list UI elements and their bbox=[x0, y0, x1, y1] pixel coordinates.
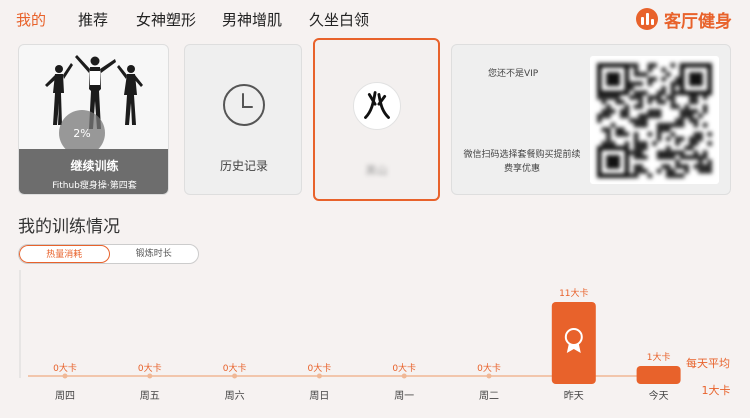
x-tick-label: 周日 bbox=[309, 390, 329, 402]
user-avatar bbox=[353, 82, 401, 130]
value-label: 0大卡 bbox=[308, 362, 332, 374]
toggle-duration[interactable]: 锻炼时长 bbox=[110, 245, 199, 263]
brand-logo-icon bbox=[636, 8, 658, 30]
x-tick-label: 昨天 bbox=[564, 390, 584, 402]
baseline-dot bbox=[232, 373, 238, 379]
baseline-dot bbox=[401, 373, 407, 379]
tab-male-muscle[interactable]: 男神增肌 bbox=[222, 9, 282, 30]
average-value-label: 1大卡 bbox=[702, 383, 731, 397]
x-tick-label: 周五 bbox=[140, 390, 160, 402]
x-tick-label: 周六 bbox=[225, 390, 245, 402]
qr-code bbox=[590, 56, 719, 184]
bar-7 bbox=[636, 366, 681, 384]
brand: 客厅健身 bbox=[636, 6, 732, 32]
baseline-dot bbox=[316, 373, 322, 379]
top-nav: 我的 推荐 女神塑形 男神增肌 久坐白领 客厅健身 bbox=[0, 0, 750, 38]
tab-mine[interactable]: 我的 bbox=[16, 9, 46, 30]
value-label: 0大卡 bbox=[392, 362, 416, 374]
value-label: 1大卡 bbox=[647, 351, 671, 363]
value-label: 0大卡 bbox=[53, 362, 77, 374]
toggle-calories[interactable]: 热量消耗 bbox=[19, 245, 110, 263]
metric-toggle: 热量消耗 锻炼时长 bbox=[18, 244, 199, 264]
average-label: 每天平均 bbox=[686, 356, 730, 370]
tab-female-shape[interactable]: 女神塑形 bbox=[136, 9, 196, 30]
value-label: 0大卡 bbox=[138, 362, 162, 374]
brand-name: 客厅健身 bbox=[664, 11, 732, 32]
x-tick-label: 周四 bbox=[55, 390, 75, 402]
value-label: 0大卡 bbox=[223, 362, 247, 374]
x-tick-label: 周二 bbox=[479, 390, 499, 402]
qr-code-image bbox=[597, 63, 712, 178]
value-label: 11大卡 bbox=[559, 287, 588, 299]
x-tick-label: 周一 bbox=[394, 390, 414, 402]
history-card[interactable]: 历史记录 bbox=[184, 44, 302, 195]
user-logo-icon bbox=[364, 91, 390, 119]
user-name: 黑山 bbox=[365, 164, 388, 177]
user-card[interactable]: 黑山 bbox=[313, 38, 440, 201]
vip-description: 微信扫码选择套餐购买提前续费享优惠 bbox=[463, 150, 581, 174]
bar-6 bbox=[551, 302, 596, 384]
baseline-dot bbox=[147, 373, 153, 379]
section-title: 我的训练情况 bbox=[18, 217, 120, 237]
history-label: 历史记录 bbox=[219, 159, 268, 173]
continue-title: 继续训练 bbox=[70, 159, 119, 173]
continue-footer: 继续训练 Fithub瘦身操·第四套 bbox=[19, 149, 168, 194]
baseline-dot bbox=[486, 373, 492, 379]
continue-subtitle: Fithub瘦身操·第四套 bbox=[52, 181, 137, 191]
x-tick-label: 今天 bbox=[649, 389, 669, 402]
value-label: 0大卡 bbox=[477, 362, 501, 374]
baseline-dot bbox=[62, 373, 68, 379]
clock-icon bbox=[223, 84, 265, 126]
vip-status: 您还不是VIP bbox=[488, 69, 539, 79]
vip-card[interactable]: 您还不是VIP 微信扫码选择套餐购买提前续费享优惠 bbox=[451, 44, 731, 195]
continue-training-card[interactable]: 2% 继续训练 Fithub瘦身操·第四套 bbox=[18, 44, 169, 195]
tab-recommend[interactable]: 推荐 bbox=[78, 9, 108, 30]
tab-office-worker[interactable]: 久坐白领 bbox=[309, 9, 369, 30]
calorie-chart: 0大卡周四0大卡周五0大卡周六0大卡周日0大卡周一0大卡周二11大卡昨天1大卡今… bbox=[19, 270, 731, 402]
progress-text: 2% bbox=[73, 126, 91, 140]
